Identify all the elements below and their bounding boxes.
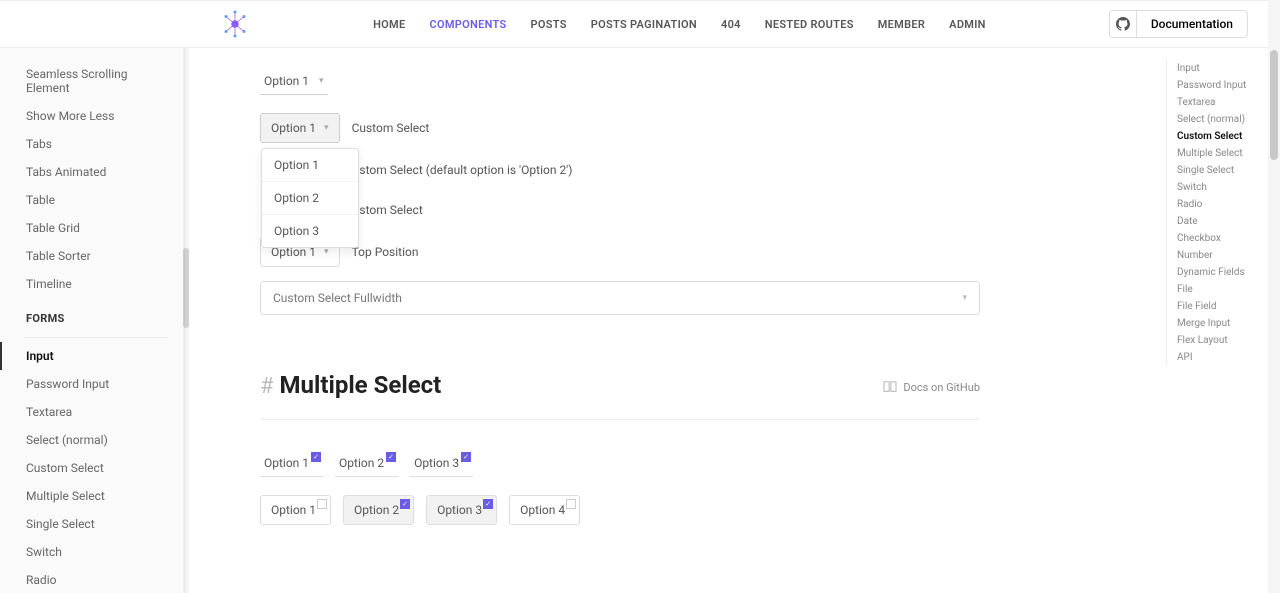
nav-item-404[interactable]: 404 <box>721 18 741 31</box>
dropdown-option[interactable]: Option 2 <box>262 182 358 215</box>
multi-option[interactable]: Option 2 <box>335 450 398 477</box>
right-nav-item-radio[interactable]: Radio <box>1177 196 1266 213</box>
sidebar-item-single-select[interactable]: Single Select <box>0 510 184 538</box>
page-scrollbar[interactable] <box>1268 0 1280 593</box>
custom-select-label: Custom Select <box>352 121 430 135</box>
custom-select-dropdown: Option 1Option 2Option 3 <box>261 148 359 248</box>
logo <box>220 9 250 39</box>
section-title: # Multiple Select Docs on GitHub <box>260 371 980 399</box>
sidebar-heading-forms: FORMS <box>0 298 184 333</box>
fullwidth-placeholder: Custom Select Fullwidth <box>273 291 402 305</box>
right-nav-item-file-field[interactable]: File Field <box>1177 298 1266 315</box>
sidebar-item-multiple-select[interactable]: Multiple Select <box>0 482 184 510</box>
multi-select-row-1: Option 1 Option 2 Option 3 <box>260 450 1110 477</box>
right-nav-item-checkbox[interactable]: Checkbox <box>1177 230 1266 247</box>
sidebar-item-seamless-scrolling-element[interactable]: Seamless Scrolling Element <box>0 60 184 102</box>
dropdown-option[interactable]: Option 3 <box>262 215 358 247</box>
right-nav-item-api[interactable]: API <box>1177 349 1266 366</box>
check-icon <box>317 499 327 509</box>
right-nav-item-flex-layout[interactable]: Flex Layout <box>1177 332 1266 349</box>
chevron-down-icon: ▾ <box>324 123 329 133</box>
multi-option-boxed[interactable]: Option 4 <box>509 495 580 525</box>
right-nav-item-select-normal-[interactable]: Select (normal) <box>1177 111 1266 128</box>
documentation-button[interactable]: Documentation <box>1137 10 1248 38</box>
sidebar-item-textarea[interactable]: Textarea <box>0 398 184 426</box>
multi-select-row-2: Option 1 Option 2 Option 3 Option 4 <box>260 495 1110 525</box>
multi-option[interactable]: Option 1 <box>260 450 323 477</box>
divider <box>24 337 168 338</box>
chevron-down-icon: ▾ <box>324 247 329 257</box>
nav-item-home[interactable]: HOME <box>373 18 405 31</box>
multi-option[interactable]: Option 3 <box>410 450 473 477</box>
sidebar-item-select-normal-[interactable]: Select (normal) <box>0 426 184 454</box>
custom-select-value: Option 1 <box>271 121 316 135</box>
nav-item-components[interactable]: COMPONENTS <box>429 18 506 31</box>
sidebar-item-table[interactable]: Table <box>0 186 184 214</box>
nav-item-member[interactable]: MEMBER <box>878 18 925 31</box>
check-icon <box>461 452 471 462</box>
multiple-select-heading: Multiple Select <box>280 371 442 399</box>
sidebar-item-table-grid[interactable]: Table Grid <box>0 214 184 242</box>
sidebar-item-tabs-animated[interactable]: Tabs Animated <box>0 158 184 186</box>
multi-option-boxed[interactable]: Option 1 <box>260 495 331 525</box>
default-option-label: Custom Select (default option is 'Option… <box>345 163 572 177</box>
multi-option-boxed[interactable]: Option 3 <box>426 495 497 525</box>
hash-icon: # <box>260 374 274 399</box>
docs-on-github-link[interactable]: Docs on GitHub <box>883 381 980 394</box>
sidebar-scrollbar-thumb[interactable] <box>183 248 189 328</box>
right-nav: InputPassword InputTextareaSelect (norma… <box>1166 60 1266 366</box>
page-scrollbar-thumb[interactable] <box>1270 50 1278 160</box>
right-nav-item-input[interactable]: Input <box>1177 60 1266 77</box>
right-nav-item-number[interactable]: Number <box>1177 247 1266 264</box>
divider <box>260 419 980 420</box>
nav-item-posts-pagination[interactable]: POSTS PAGINATION <box>591 18 697 31</box>
right-nav-item-textarea[interactable]: Textarea <box>1177 94 1266 111</box>
dropdown-option[interactable]: Option 1 <box>262 149 358 182</box>
book-icon <box>883 381 897 393</box>
right-nav-item-single-select[interactable]: Single Select <box>1177 162 1266 179</box>
right-nav-item-custom-select[interactable]: Custom Select <box>1177 128 1266 145</box>
sidebar-item-tabs[interactable]: Tabs <box>0 130 184 158</box>
header: HOME COMPONENTS POSTS POSTS PAGINATION 404 NE… <box>0 0 1268 48</box>
sidebar-item-input[interactable]: Input <box>0 342 184 370</box>
nav-item-posts[interactable]: POSTS <box>531 18 567 31</box>
custom-select[interactable]: Option 1 ▾ Option 1Option 2Option 3 <box>260 113 340 143</box>
right-nav-item-switch[interactable]: Switch <box>1177 179 1266 196</box>
right-nav-item-merge-input[interactable]: Merge Input <box>1177 315 1266 332</box>
nav-item-nested-routes[interactable]: NESTED ROUTES <box>765 18 854 31</box>
sidebar-item-timeline[interactable]: Timeline <box>0 270 184 298</box>
fullwidth-select[interactable]: Custom Select Fullwidth ▾ <box>260 281 980 315</box>
right-nav-item-date[interactable]: Date <box>1177 213 1266 230</box>
underline-select[interactable]: Option 1 ▾ <box>260 68 328 95</box>
sidebar-item-radio[interactable]: Radio <box>0 566 184 593</box>
sidebar-item-switch[interactable]: Switch <box>0 538 184 566</box>
chevron-down-icon: ▾ <box>962 293 967 303</box>
content: Option 1 ▾ Option 1 ▾ Option 1Option 2Op… <box>200 48 1170 593</box>
nav-item-admin[interactable]: ADMIN <box>949 18 986 31</box>
multi-option-boxed[interactable]: Option 2 <box>343 495 414 525</box>
right-nav-item-dynamic-fields[interactable]: Dynamic Fields <box>1177 264 1266 281</box>
sidebar-item-password-input[interactable]: Password Input <box>0 370 184 398</box>
doc-group: Documentation <box>1109 10 1248 38</box>
right-nav-item-multiple-select[interactable]: Multiple Select <box>1177 145 1266 162</box>
sidebar-item-custom-select[interactable]: Custom Select <box>0 454 184 482</box>
underline-select-value: Option 1 <box>264 74 309 88</box>
main-nav: HOME COMPONENTS POSTS POSTS PAGINATION 404 NE… <box>373 18 986 31</box>
sidebar-item-table-sorter[interactable]: Table Sorter <box>0 242 184 270</box>
check-icon <box>311 452 321 462</box>
check-icon <box>566 499 576 509</box>
top-position-label: Top Position <box>352 245 419 259</box>
sidebar-item-show-more-less[interactable]: Show More Less <box>0 102 184 130</box>
docs-link-label: Docs on GitHub <box>903 381 980 394</box>
check-icon <box>386 452 396 462</box>
chevron-down-icon: ▾ <box>319 76 324 86</box>
check-icon <box>400 499 410 509</box>
right-nav-item-file[interactable]: File <box>1177 281 1266 298</box>
right-nav-item-password-input[interactable]: Password Input <box>1177 77 1266 94</box>
sidebar-scrollbar[interactable] <box>183 48 189 593</box>
github-button[interactable] <box>1109 10 1137 38</box>
sidebar: Seamless Scrolling ElementShow More Less… <box>0 48 185 593</box>
check-icon <box>483 499 493 509</box>
